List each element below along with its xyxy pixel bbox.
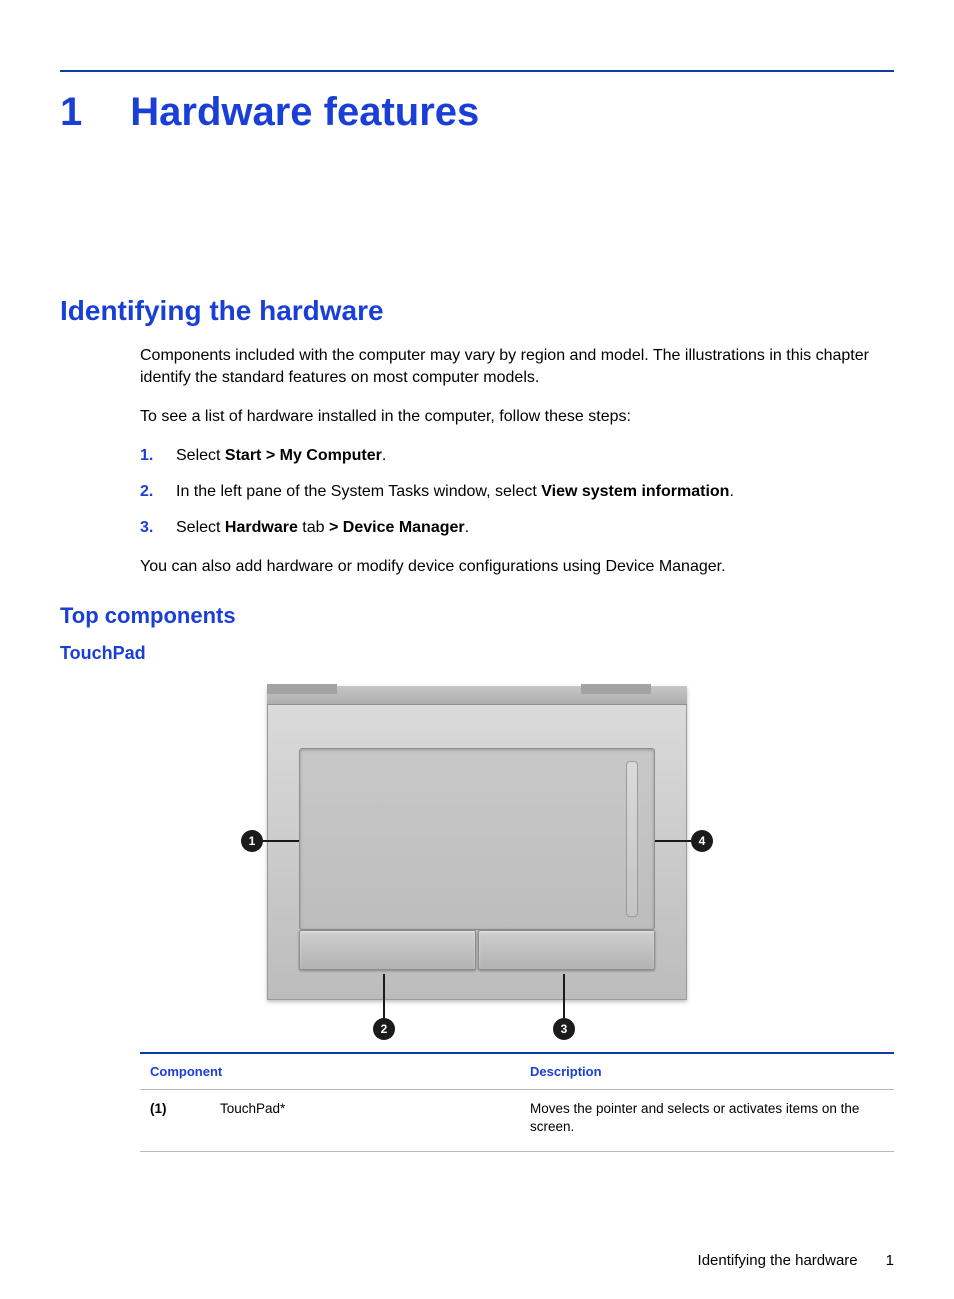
callout-lead bbox=[383, 974, 385, 1018]
step-3: 3. Select Hardware tab > Device Manager. bbox=[140, 516, 894, 540]
callout-lead bbox=[263, 840, 299, 842]
step-pre: In the left pane of the System Tasks win… bbox=[176, 483, 541, 500]
step-mid: tab bbox=[298, 519, 329, 536]
table-header-component: Component bbox=[150, 1064, 460, 1079]
component-table: Component Description (1) TouchPad* Move… bbox=[140, 1052, 894, 1153]
table-cell-id: (1) bbox=[150, 1100, 220, 1138]
callout-lead bbox=[563, 974, 565, 1018]
callout-3-icon: 3 bbox=[553, 1018, 575, 1040]
step-text: Select Hardware tab > Device Manager. bbox=[176, 516, 469, 540]
table-cell-desc: Moves the pointer and selects or activat… bbox=[530, 1100, 884, 1138]
chapter-number: 1 bbox=[60, 90, 82, 135]
touchpad-surface bbox=[299, 748, 655, 930]
callout-2-icon: 2 bbox=[373, 1018, 395, 1040]
step-bold: View system information bbox=[541, 483, 729, 500]
step-pre: Select bbox=[176, 519, 225, 536]
step-2: 2. In the left pane of the System Tasks … bbox=[140, 480, 894, 504]
step-post: . bbox=[465, 519, 469, 536]
step-text: In the left pane of the System Tasks win… bbox=[176, 480, 734, 504]
chapter-title: Hardware features bbox=[130, 90, 479, 135]
table-row: (1) TouchPad* Moves the pointer and sele… bbox=[140, 1090, 894, 1153]
touchpad-buttons bbox=[299, 930, 655, 970]
touchpad-illustration: 1 4 2 3 bbox=[60, 680, 894, 1040]
subsubsection-heading: TouchPad bbox=[60, 643, 894, 664]
step-pre: Select bbox=[176, 447, 225, 464]
step-text: Select Start > My Computer. bbox=[176, 444, 386, 468]
footer-page-number: 1 bbox=[886, 1252, 894, 1269]
chapter-heading: 1 Hardware features bbox=[60, 90, 894, 135]
steps-list: 1. Select Start > My Computer. 2. In the… bbox=[140, 444, 894, 540]
laptop-hinge bbox=[267, 686, 687, 705]
table-cell-name: TouchPad* bbox=[220, 1100, 530, 1138]
step-bold: Hardware bbox=[225, 519, 298, 536]
touchpad-right-button bbox=[478, 930, 655, 970]
step-bold: Start > My Computer bbox=[225, 447, 382, 464]
step-bold2: > Device Manager bbox=[329, 519, 465, 536]
footer-section: Identifying the hardware bbox=[698, 1252, 858, 1269]
step-post: . bbox=[382, 447, 386, 464]
intro-paragraph: Components included with the computer ma… bbox=[140, 345, 894, 390]
step-post: . bbox=[729, 483, 733, 500]
table-header-description: Description bbox=[530, 1064, 884, 1079]
callout-4-icon: 4 bbox=[691, 830, 713, 852]
step-number: 2. bbox=[140, 480, 176, 504]
callout-lead bbox=[655, 840, 691, 842]
callout-1-icon: 1 bbox=[241, 830, 263, 852]
step-number: 1. bbox=[140, 444, 176, 468]
leadin-paragraph: To see a list of hardware installed in t… bbox=[140, 406, 894, 428]
touchpad-scroll-zone bbox=[626, 761, 638, 917]
page-footer: Identifying the hardware 1 bbox=[0, 1192, 954, 1299]
step-1: 1. Select Start > My Computer. bbox=[140, 444, 894, 468]
touchpad-left-button bbox=[299, 930, 476, 970]
hinge-block bbox=[267, 684, 337, 694]
outro-paragraph: You can also add hardware or modify devi… bbox=[140, 556, 894, 578]
step-number: 3. bbox=[140, 516, 176, 540]
hinge-block bbox=[581, 684, 651, 694]
chapter-rule bbox=[60, 70, 894, 72]
section-heading: Identifying the hardware bbox=[60, 295, 894, 327]
subsection-heading: Top components bbox=[60, 603, 894, 629]
table-header-row: Component Description bbox=[140, 1054, 894, 1090]
